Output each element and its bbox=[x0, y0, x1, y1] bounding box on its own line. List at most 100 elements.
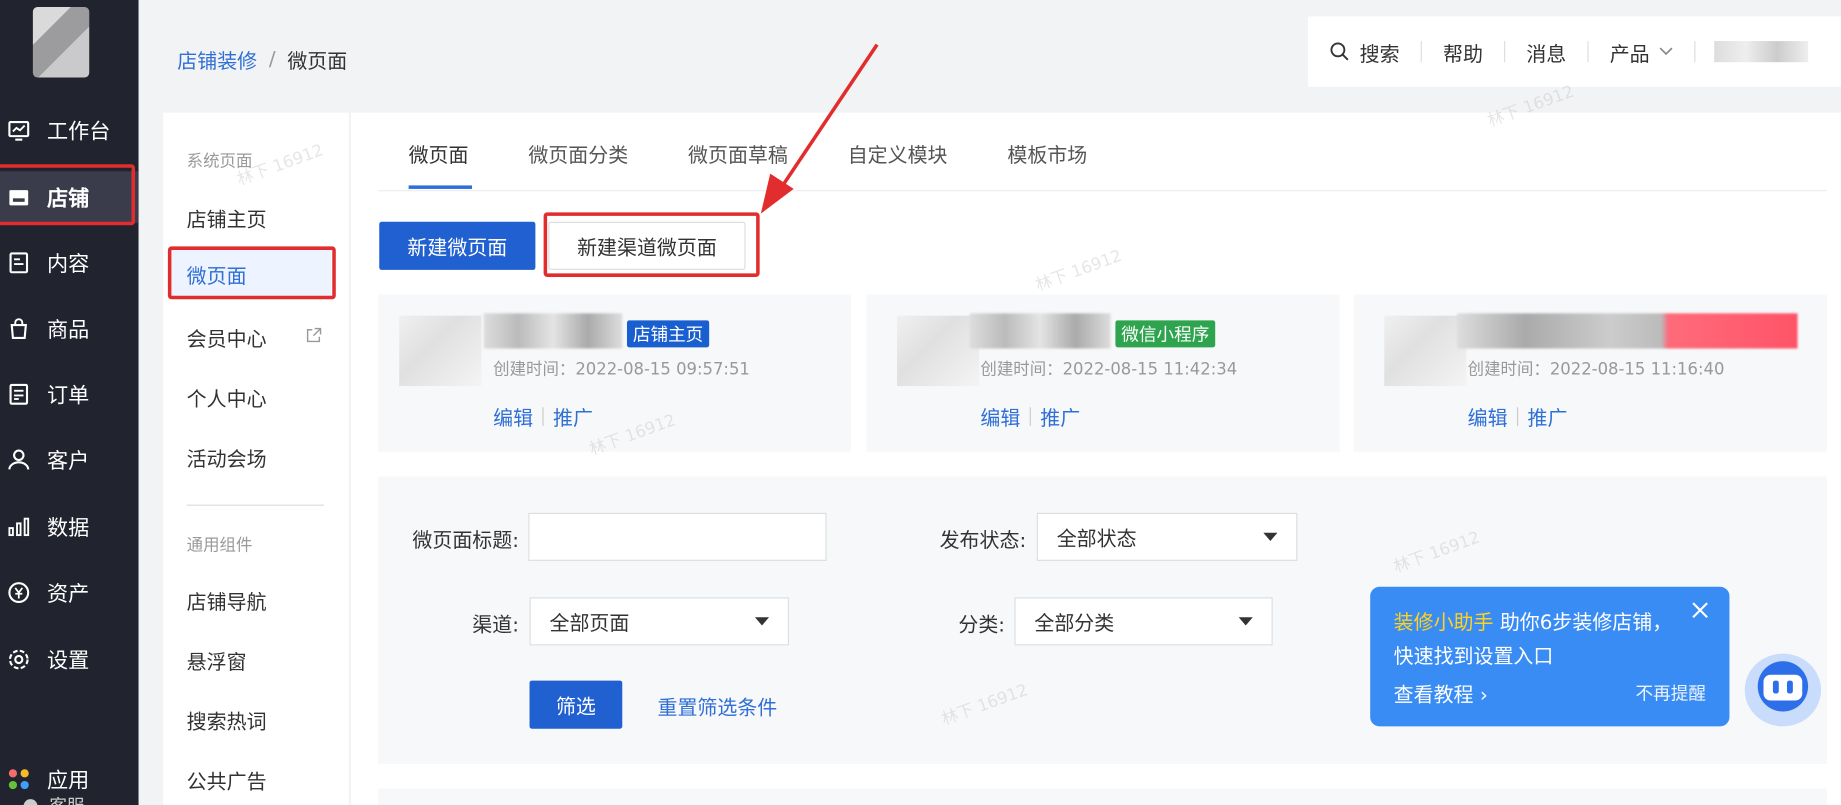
tab-micro-page[interactable]: 微页面 bbox=[409, 138, 469, 167]
filter-submit-button[interactable]: 筛选 bbox=[529, 680, 623, 729]
edit-link[interactable]: 编辑 bbox=[493, 401, 533, 430]
bag-icon bbox=[7, 317, 30, 340]
help-link[interactable]: 帮助 bbox=[1422, 41, 1506, 66]
assistant-robot-icon[interactable] bbox=[1744, 653, 1822, 727]
service-icon bbox=[23, 798, 38, 805]
page-thumbnail[interactable] bbox=[399, 315, 482, 387]
nav-item-dashboard[interactable]: 工作台 bbox=[0, 104, 139, 156]
action-separator bbox=[1516, 406, 1519, 426]
title-filter-label: 微页面标题: bbox=[412, 529, 519, 553]
sidebar-item-personal-center[interactable]: 个人中心 bbox=[187, 383, 267, 411]
view-tutorial-link[interactable]: 查看教程 › bbox=[1394, 678, 1488, 707]
reset-filter-link[interactable]: 重置筛选条件 bbox=[658, 691, 778, 720]
main-nav: 工作台 店铺 内容 商品 订单 客户 数据 资产 设置 应用 bbox=[0, 0, 139, 805]
helper-message: 装修小助手 助你6步装修店铺， bbox=[1394, 606, 1706, 635]
sidebar-group-title: 通用组件 bbox=[186, 536, 253, 556]
nav-item-settings[interactable]: 设置 bbox=[0, 634, 139, 686]
card-actions: 编辑 推广 bbox=[980, 401, 1080, 431]
helper-text: 助你6步装修店铺， bbox=[1493, 611, 1673, 635]
nav-label: 客户 bbox=[46, 449, 90, 475]
list-row-partial bbox=[378, 788, 1827, 805]
nav-label: 应用 bbox=[46, 768, 90, 794]
channel-select-value: 全部页面 bbox=[549, 612, 630, 637]
nav-item-goods[interactable]: 商品 bbox=[0, 303, 139, 355]
promote-link[interactable]: 推广 bbox=[1528, 401, 1568, 430]
nav-label: 设置 bbox=[46, 648, 90, 674]
title-filter-input[interactable] bbox=[528, 512, 827, 561]
close-icon[interactable] bbox=[1692, 602, 1708, 618]
promote-link[interactable]: 推广 bbox=[1040, 401, 1080, 430]
sidebar-item-member-center[interactable]: 会员中心 bbox=[187, 323, 267, 352]
sidebar-item-hot-search[interactable]: 搜索热词 bbox=[187, 705, 267, 734]
status-select[interactable]: 全部状态 bbox=[1036, 512, 1298, 561]
search-button[interactable]: 搜索 bbox=[1308, 41, 1422, 66]
messages-link[interactable]: 消息 bbox=[1505, 41, 1589, 66]
tab-micro-page-category[interactable]: 微页面分类 bbox=[528, 138, 628, 167]
products-menu[interactable]: 产品 bbox=[1589, 41, 1696, 66]
page-thumbnail[interactable] bbox=[1384, 315, 1467, 387]
nav-item-service[interactable]: 客服 bbox=[23, 793, 85, 805]
nav-label: 商品 bbox=[46, 318, 90, 343]
button-label: 新建微页面 bbox=[407, 237, 508, 261]
tabs-divider bbox=[378, 190, 1827, 192]
gear-icon bbox=[7, 648, 30, 671]
nav-item-customers[interactable]: 客户 bbox=[0, 434, 139, 486]
sidebar-item-store-nav[interactable]: 店铺导航 bbox=[187, 586, 267, 614]
nav-item-data[interactable]: 数据 bbox=[0, 501, 139, 553]
breadcrumb: 店铺装修 / 微页面 bbox=[177, 45, 347, 74]
page-title-blurred bbox=[969, 313, 1111, 349]
edit-link[interactable]: 编辑 bbox=[1468, 401, 1508, 430]
channel-filter-label: 渠道: bbox=[472, 613, 519, 638]
promote-link[interactable]: 推广 bbox=[553, 401, 593, 430]
search-label: 搜索 bbox=[1359, 42, 1400, 67]
nav-label: 工作台 bbox=[46, 119, 111, 145]
created-time: 创建时间：2022-08-15 09:57:51 bbox=[493, 360, 750, 380]
category-filter-label: 分类: bbox=[958, 613, 1006, 638]
created-time: 创建时间：2022-08-15 11:42:34 bbox=[980, 360, 1238, 380]
page-card: 创建时间：2022-08-15 11:16:40 编辑 推广 bbox=[1353, 294, 1827, 452]
caret-down-icon bbox=[754, 617, 770, 626]
card-actions: 编辑 推广 bbox=[493, 401, 593, 431]
sidebar-divider bbox=[186, 504, 325, 506]
channel-select[interactable]: 全部页面 bbox=[529, 597, 790, 646]
content-icon bbox=[7, 251, 30, 274]
sidebar-item-event-venue[interactable]: 活动会场 bbox=[187, 442, 267, 471]
nav-item-content[interactable]: 内容 bbox=[0, 237, 139, 289]
page-title-blurred bbox=[483, 313, 623, 349]
breadcrumb-current: 微页面 bbox=[287, 50, 348, 74]
sidebar-item-floating-window[interactable]: 悬浮窗 bbox=[187, 645, 247, 674]
breadcrumb-separator: / bbox=[268, 47, 276, 71]
button-label: 筛选 bbox=[555, 695, 596, 720]
created-time: 创建时间：2022-08-15 11:16:40 bbox=[1467, 360, 1725, 380]
products-label: 产品 bbox=[1609, 42, 1650, 67]
dont-remind-link[interactable]: 不再提醒 bbox=[1636, 681, 1706, 706]
edit-link[interactable]: 编辑 bbox=[980, 401, 1020, 430]
active-tab-indicator bbox=[408, 185, 472, 189]
page-thumbnail[interactable] bbox=[897, 315, 980, 387]
action-separator bbox=[542, 406, 544, 426]
nav-item-orders[interactable]: 订单 bbox=[0, 368, 139, 420]
page-card: 微信小程序 创建时间：2022-08-15 11:42:34 编辑 推广 bbox=[866, 294, 1340, 452]
external-link-icon[interactable] bbox=[305, 327, 322, 343]
page-tag: 微信小程序 bbox=[1115, 320, 1216, 348]
nav-item-assets[interactable]: 资产 bbox=[0, 567, 139, 619]
annotation-box-micro-page bbox=[167, 246, 336, 300]
caret-down-icon bbox=[1238, 617, 1253, 626]
search-icon bbox=[1330, 42, 1349, 61]
breadcrumb-link[interactable]: 店铺装修 bbox=[177, 45, 257, 73]
decoration-helper-popup: 装修小助手 助你6步装修店铺， 快速找到设置入口 查看教程 › 不再提醒 bbox=[1370, 586, 1730, 727]
category-select[interactable]: 全部分类 bbox=[1014, 597, 1273, 646]
sidebar-item-store-home[interactable]: 店铺主页 bbox=[187, 203, 267, 232]
tab-template-market[interactable]: 模板市场 bbox=[1007, 138, 1087, 167]
messages-label: 消息 bbox=[1526, 42, 1567, 67]
page-title-blurred bbox=[1457, 313, 1798, 349]
account-avatar[interactable] bbox=[1714, 41, 1809, 63]
order-icon bbox=[7, 383, 30, 406]
nav-label: 内容 bbox=[46, 252, 90, 277]
status-filter-label: 发布状态: bbox=[939, 529, 1027, 553]
sidebar-item-public-ads[interactable]: 公共广告 bbox=[187, 765, 267, 794]
new-micro-page-button[interactable]: 新建微页面 bbox=[379, 221, 536, 270]
nav-label: 资产 bbox=[46, 582, 90, 607]
status-select-value: 全部状态 bbox=[1056, 528, 1137, 552]
nav-label: 数据 bbox=[46, 516, 90, 541]
